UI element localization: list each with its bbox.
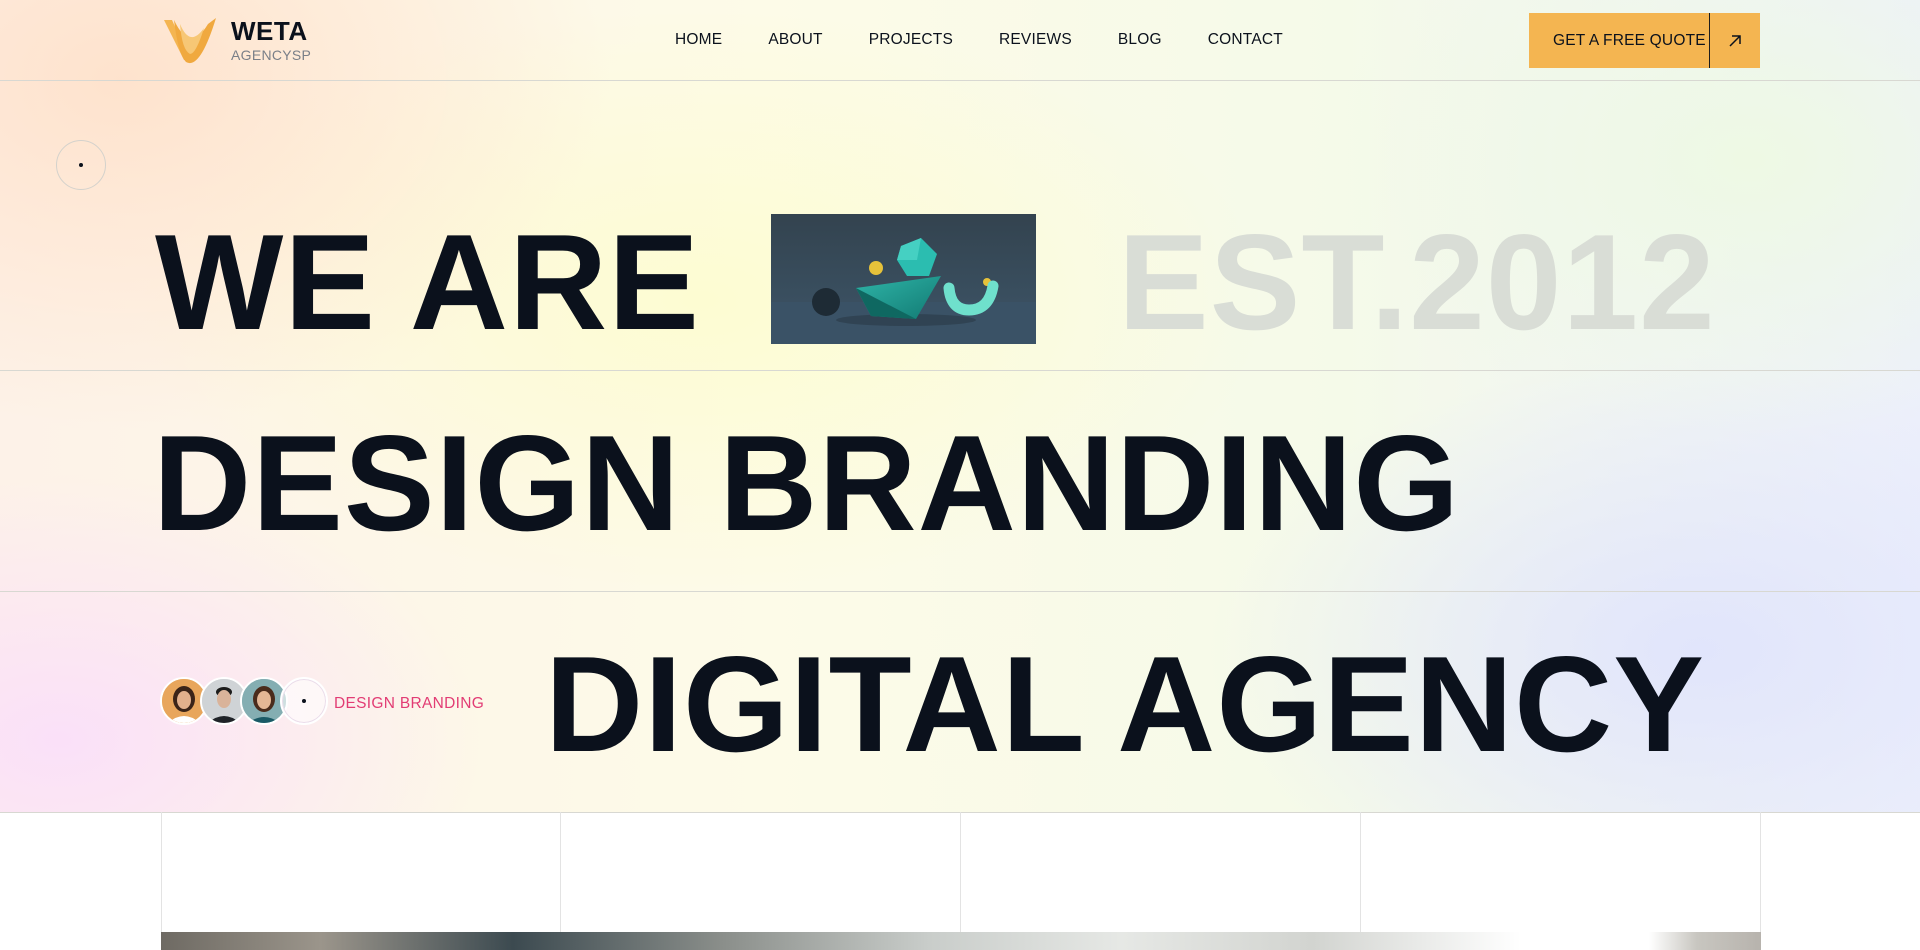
hero-line-digital-agency: DIGITAL AGENCY bbox=[545, 628, 1705, 780]
logo-mark-icon bbox=[164, 18, 216, 64]
established-year: EST.2012 bbox=[1118, 206, 1716, 358]
scroll-indicator[interactable] bbox=[56, 140, 106, 190]
row-divider bbox=[0, 370, 1920, 371]
nav-blog[interactable]: BLOG bbox=[1118, 31, 1162, 49]
get-quote-button[interactable]: GET A FREE QUOTE bbox=[1529, 13, 1760, 68]
column-divider bbox=[1760, 812, 1761, 932]
design-branding-tag: DESIGN BRANDING bbox=[334, 695, 485, 712]
column-divider bbox=[960, 812, 961, 932]
team-avatars bbox=[160, 677, 328, 725]
arrow-up-right-icon bbox=[1710, 34, 1760, 48]
logo[interactable]: WETA AGENCYSP bbox=[160, 14, 311, 66]
column-divider bbox=[1360, 812, 1361, 932]
brand-tagline: AGENCYSP bbox=[231, 47, 312, 63]
nav-reviews[interactable]: REVIEWS bbox=[999, 31, 1072, 49]
nav-home[interactable]: HOME bbox=[675, 31, 722, 49]
logo-text: WETA AGENCYSP bbox=[231, 18, 311, 62]
nav-projects[interactable]: PROJECTS bbox=[869, 31, 953, 49]
get-quote-label: GET A FREE QUOTE bbox=[1553, 31, 1706, 49]
nav-contact[interactable]: CONTACT bbox=[1208, 31, 1283, 49]
nav-about[interactable]: ABOUT bbox=[768, 31, 822, 49]
column-divider bbox=[560, 812, 561, 932]
brand-name: WETA bbox=[231, 16, 308, 46]
column-divider bbox=[161, 812, 162, 932]
hero-3d-shapes-image bbox=[771, 214, 1036, 344]
row-divider bbox=[0, 591, 1920, 592]
site-header: WETA AGENCYSP HOME ABOUT PROJECTS REVIEW… bbox=[0, 0, 1920, 81]
hero-line-we-are: WE ARE bbox=[155, 206, 700, 358]
hero-line-design-branding: DESIGN BRANDING bbox=[153, 407, 1461, 559]
main-nav: HOME ABOUT PROJECTS REVIEWS BLOG CONTACT bbox=[675, 31, 1329, 49]
featured-photo bbox=[161, 932, 1761, 950]
more-avatars-button[interactable] bbox=[280, 677, 328, 725]
